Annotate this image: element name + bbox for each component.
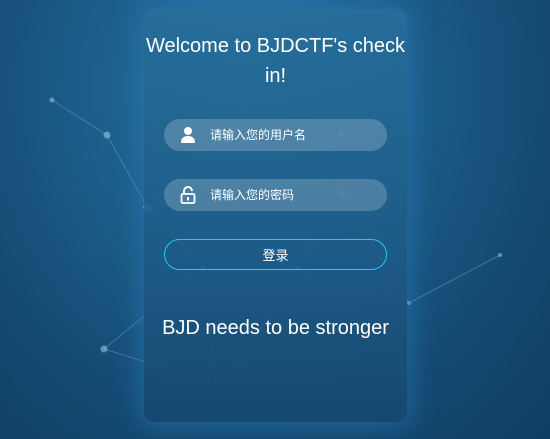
tagline: BJD needs to be stronger (162, 317, 389, 339)
username-input[interactable] (210, 119, 380, 151)
password-input[interactable] (210, 179, 380, 211)
username-field[interactable] (164, 119, 387, 151)
login-panel: Welcome to BJDCTF's check in! 登录 BJD nee… (144, 9, 407, 422)
login-button[interactable]: 登录 (164, 239, 387, 270)
user-icon (180, 126, 196, 144)
welcome-title: Welcome to BJDCTF's check in! (145, 35, 406, 87)
password-field[interactable] (164, 179, 387, 211)
lock-icon (180, 186, 196, 204)
